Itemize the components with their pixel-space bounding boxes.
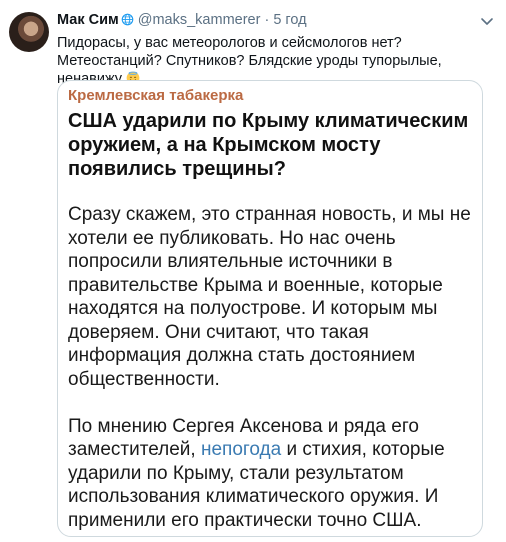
tweet-header: Мак Сим @maks_kammerer · 5 год — [57, 12, 496, 32]
card-paragraph-2: По мнению Сергея Аксенова и ряда его зам… — [68, 415, 478, 533]
tweet: Мак Сим @maks_kammerer · 5 год Пидорасы,… — [0, 0, 506, 542]
embedded-article-card[interactable]: Кремлевская табакерка США ударили по Кры… — [57, 80, 483, 537]
tweet-time[interactable]: 5 год — [273, 12, 306, 28]
card-paragraph-1: Сразу скажем, это странная новость, и мы… — [68, 204, 471, 390]
chevron-down-icon[interactable] — [478, 12, 496, 30]
card-source: Кремлевская табакерка — [68, 87, 244, 104]
globe-icon — [121, 13, 134, 26]
separator-dot: · — [264, 12, 270, 28]
nepogoda-link[interactable]: непогода — [201, 439, 281, 460]
avatar[interactable] — [9, 12, 49, 52]
card-headline: США ударили по Крыму климатическим оружи… — [68, 110, 469, 180]
card-body: Сразу скажем, это странная новость, и мы… — [68, 203, 478, 536]
author-handle[interactable]: @maks_kammerer — [138, 12, 261, 28]
author-name[interactable]: Мак Сим — [57, 12, 119, 28]
